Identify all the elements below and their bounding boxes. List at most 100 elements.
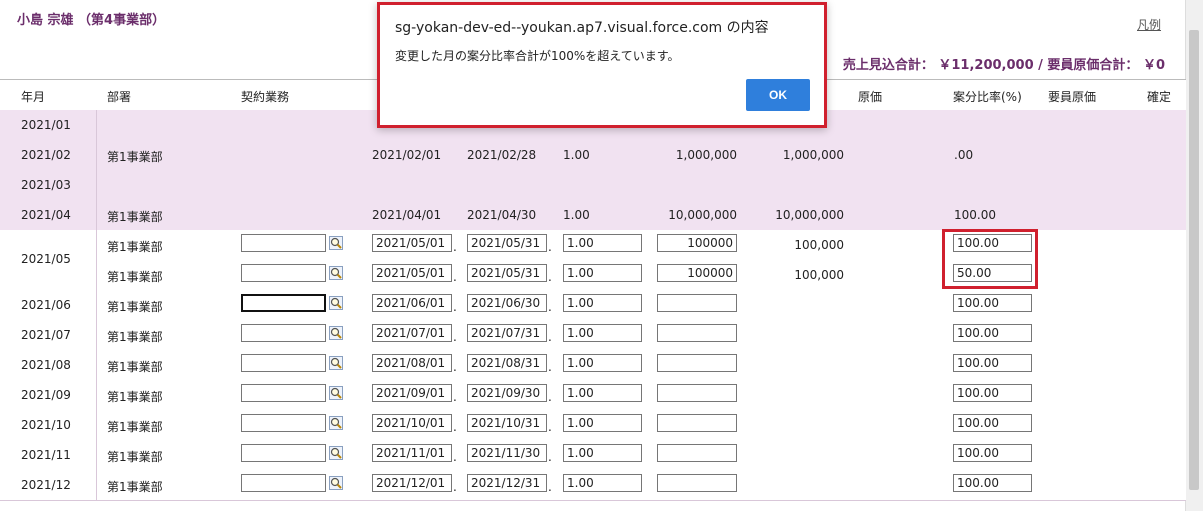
col-header-cost: 原価	[858, 90, 883, 104]
ratio-input[interactable]	[953, 414, 1032, 432]
department-label: 第1事業部	[107, 450, 163, 464]
col-header-staff-cost: 要員原価	[1048, 90, 1097, 104]
lookup-search-icon[interactable]	[329, 476, 343, 490]
lookup-search-icon[interactable]	[329, 266, 343, 280]
lookup-search-icon[interactable]	[329, 386, 343, 400]
amount-input[interactable]	[657, 234, 737, 252]
date-separator: .	[548, 360, 552, 374]
ratio-input[interactable]	[953, 354, 1032, 372]
amount-input[interactable]	[657, 414, 737, 432]
start-date-input[interactable]	[372, 444, 452, 462]
contract-input[interactable]	[241, 294, 326, 312]
start-date-input[interactable]	[372, 414, 452, 432]
year-month-label: 2021/06	[21, 298, 71, 312]
quantity-input[interactable]	[563, 294, 642, 312]
year-month-label: 2021/11	[21, 448, 71, 462]
amount-input[interactable]	[657, 294, 737, 312]
legend-link[interactable]: 凡例	[1137, 16, 1161, 33]
start-date-input[interactable]	[372, 354, 452, 372]
quantity-input[interactable]	[563, 324, 642, 342]
start-date-input[interactable]	[372, 264, 452, 282]
lookup-search-icon[interactable]	[329, 416, 343, 430]
amount-input[interactable]	[657, 324, 737, 342]
contract-input[interactable]	[241, 384, 326, 402]
year-month-label: 2021/04	[21, 208, 71, 222]
date-separator: .	[548, 300, 552, 314]
end-date-text: 2021/04/30	[467, 208, 537, 222]
ratio-input[interactable]	[953, 444, 1032, 462]
quantity-input[interactable]	[563, 234, 642, 252]
scroll-thumb[interactable]	[1189, 30, 1199, 490]
contract-input[interactable]	[241, 324, 326, 342]
cost-text: 100,000	[794, 268, 844, 282]
ok-button[interactable]: OK	[746, 79, 810, 111]
start-date-input[interactable]	[372, 234, 452, 252]
col-header-ym: 年月	[21, 90, 46, 104]
amount-input[interactable]	[657, 384, 737, 402]
end-date-input[interactable]	[467, 264, 547, 282]
contract-input[interactable]	[241, 444, 326, 462]
column-divider	[96, 140, 97, 170]
end-date-input[interactable]	[467, 294, 547, 312]
amount-input[interactable]	[657, 444, 737, 462]
year-month-cell: 2021/04	[0, 200, 97, 230]
contract-input[interactable]	[241, 264, 326, 282]
start-date-input[interactable]	[372, 384, 452, 402]
column-divider	[96, 350, 97, 380]
cost-text: 10,000,000	[775, 208, 844, 222]
ratio-input[interactable]	[953, 474, 1032, 492]
vertical-scrollbar[interactable]	[1185, 0, 1203, 511]
date-separator: .	[453, 330, 457, 344]
lookup-search-icon[interactable]	[329, 446, 343, 460]
table-row: 2021/08 第1事業部..	[0, 350, 1186, 381]
end-date-input[interactable]	[467, 414, 547, 432]
department-label: 第1事業部	[107, 360, 163, 374]
year-month-cell: 2021/12	[0, 470, 97, 500]
quantity-text: 1.00	[563, 148, 590, 162]
quantity-input[interactable]	[563, 414, 642, 432]
amount-text: 1,000,000	[675, 148, 737, 162]
start-date-input[interactable]	[372, 294, 452, 312]
year-month-cell: 2021/11	[0, 440, 97, 470]
quantity-input[interactable]	[563, 474, 642, 492]
end-date-input[interactable]	[467, 384, 547, 402]
quantity-input[interactable]	[563, 444, 642, 462]
amount-input[interactable]	[657, 354, 737, 372]
ratio-text: 100.00	[954, 208, 996, 222]
lookup-search-icon[interactable]	[329, 326, 343, 340]
end-date-input[interactable]	[467, 474, 547, 492]
quantity-input[interactable]	[563, 384, 642, 402]
end-date-input[interactable]	[467, 444, 547, 462]
contract-input[interactable]	[241, 354, 326, 372]
ratio-input[interactable]	[953, 294, 1032, 312]
end-date-input[interactable]	[467, 234, 547, 252]
totals-summary: 売上見込合計： ￥11,200,000 / 要員原価合計： ￥0	[842, 58, 1165, 73]
column-divider	[96, 440, 97, 470]
ratio-input[interactable]	[953, 324, 1032, 342]
amount-input[interactable]	[657, 474, 737, 492]
quantity-input[interactable]	[563, 264, 642, 282]
contract-input[interactable]	[241, 414, 326, 432]
start-date-input[interactable]	[372, 474, 452, 492]
start-date-input[interactable]	[372, 324, 452, 342]
contract-input[interactable]	[241, 234, 326, 252]
lookup-search-icon[interactable]	[329, 296, 343, 310]
owner-title: 小島 宗雄 （第4事業部）	[17, 13, 166, 28]
ratio-highlight-box	[942, 229, 1038, 289]
ratio-input[interactable]	[953, 384, 1032, 402]
year-month-label: 2021/01	[21, 118, 71, 132]
start-date-text: 2021/04/01	[372, 208, 442, 222]
department-label: 第1事業部	[107, 300, 163, 314]
contract-input[interactable]	[241, 474, 326, 492]
lookup-search-icon[interactable]	[329, 236, 343, 250]
department-label: 第1事業部	[107, 210, 163, 224]
end-date-input[interactable]	[467, 324, 547, 342]
quantity-input[interactable]	[563, 354, 642, 372]
table-row: 2021/02 第1事業部 2021/02/01 2021/02/28 1.00 1,00…	[0, 140, 1186, 171]
end-date-input[interactable]	[467, 354, 547, 372]
cost-text: 1,000,000	[782, 148, 844, 162]
lookup-search-icon[interactable]	[329, 356, 343, 370]
amount-input[interactable]	[657, 264, 737, 282]
year-month-cell: 2021/07	[0, 320, 97, 350]
table-row: 2021/12 第1事業部..	[0, 470, 1186, 501]
